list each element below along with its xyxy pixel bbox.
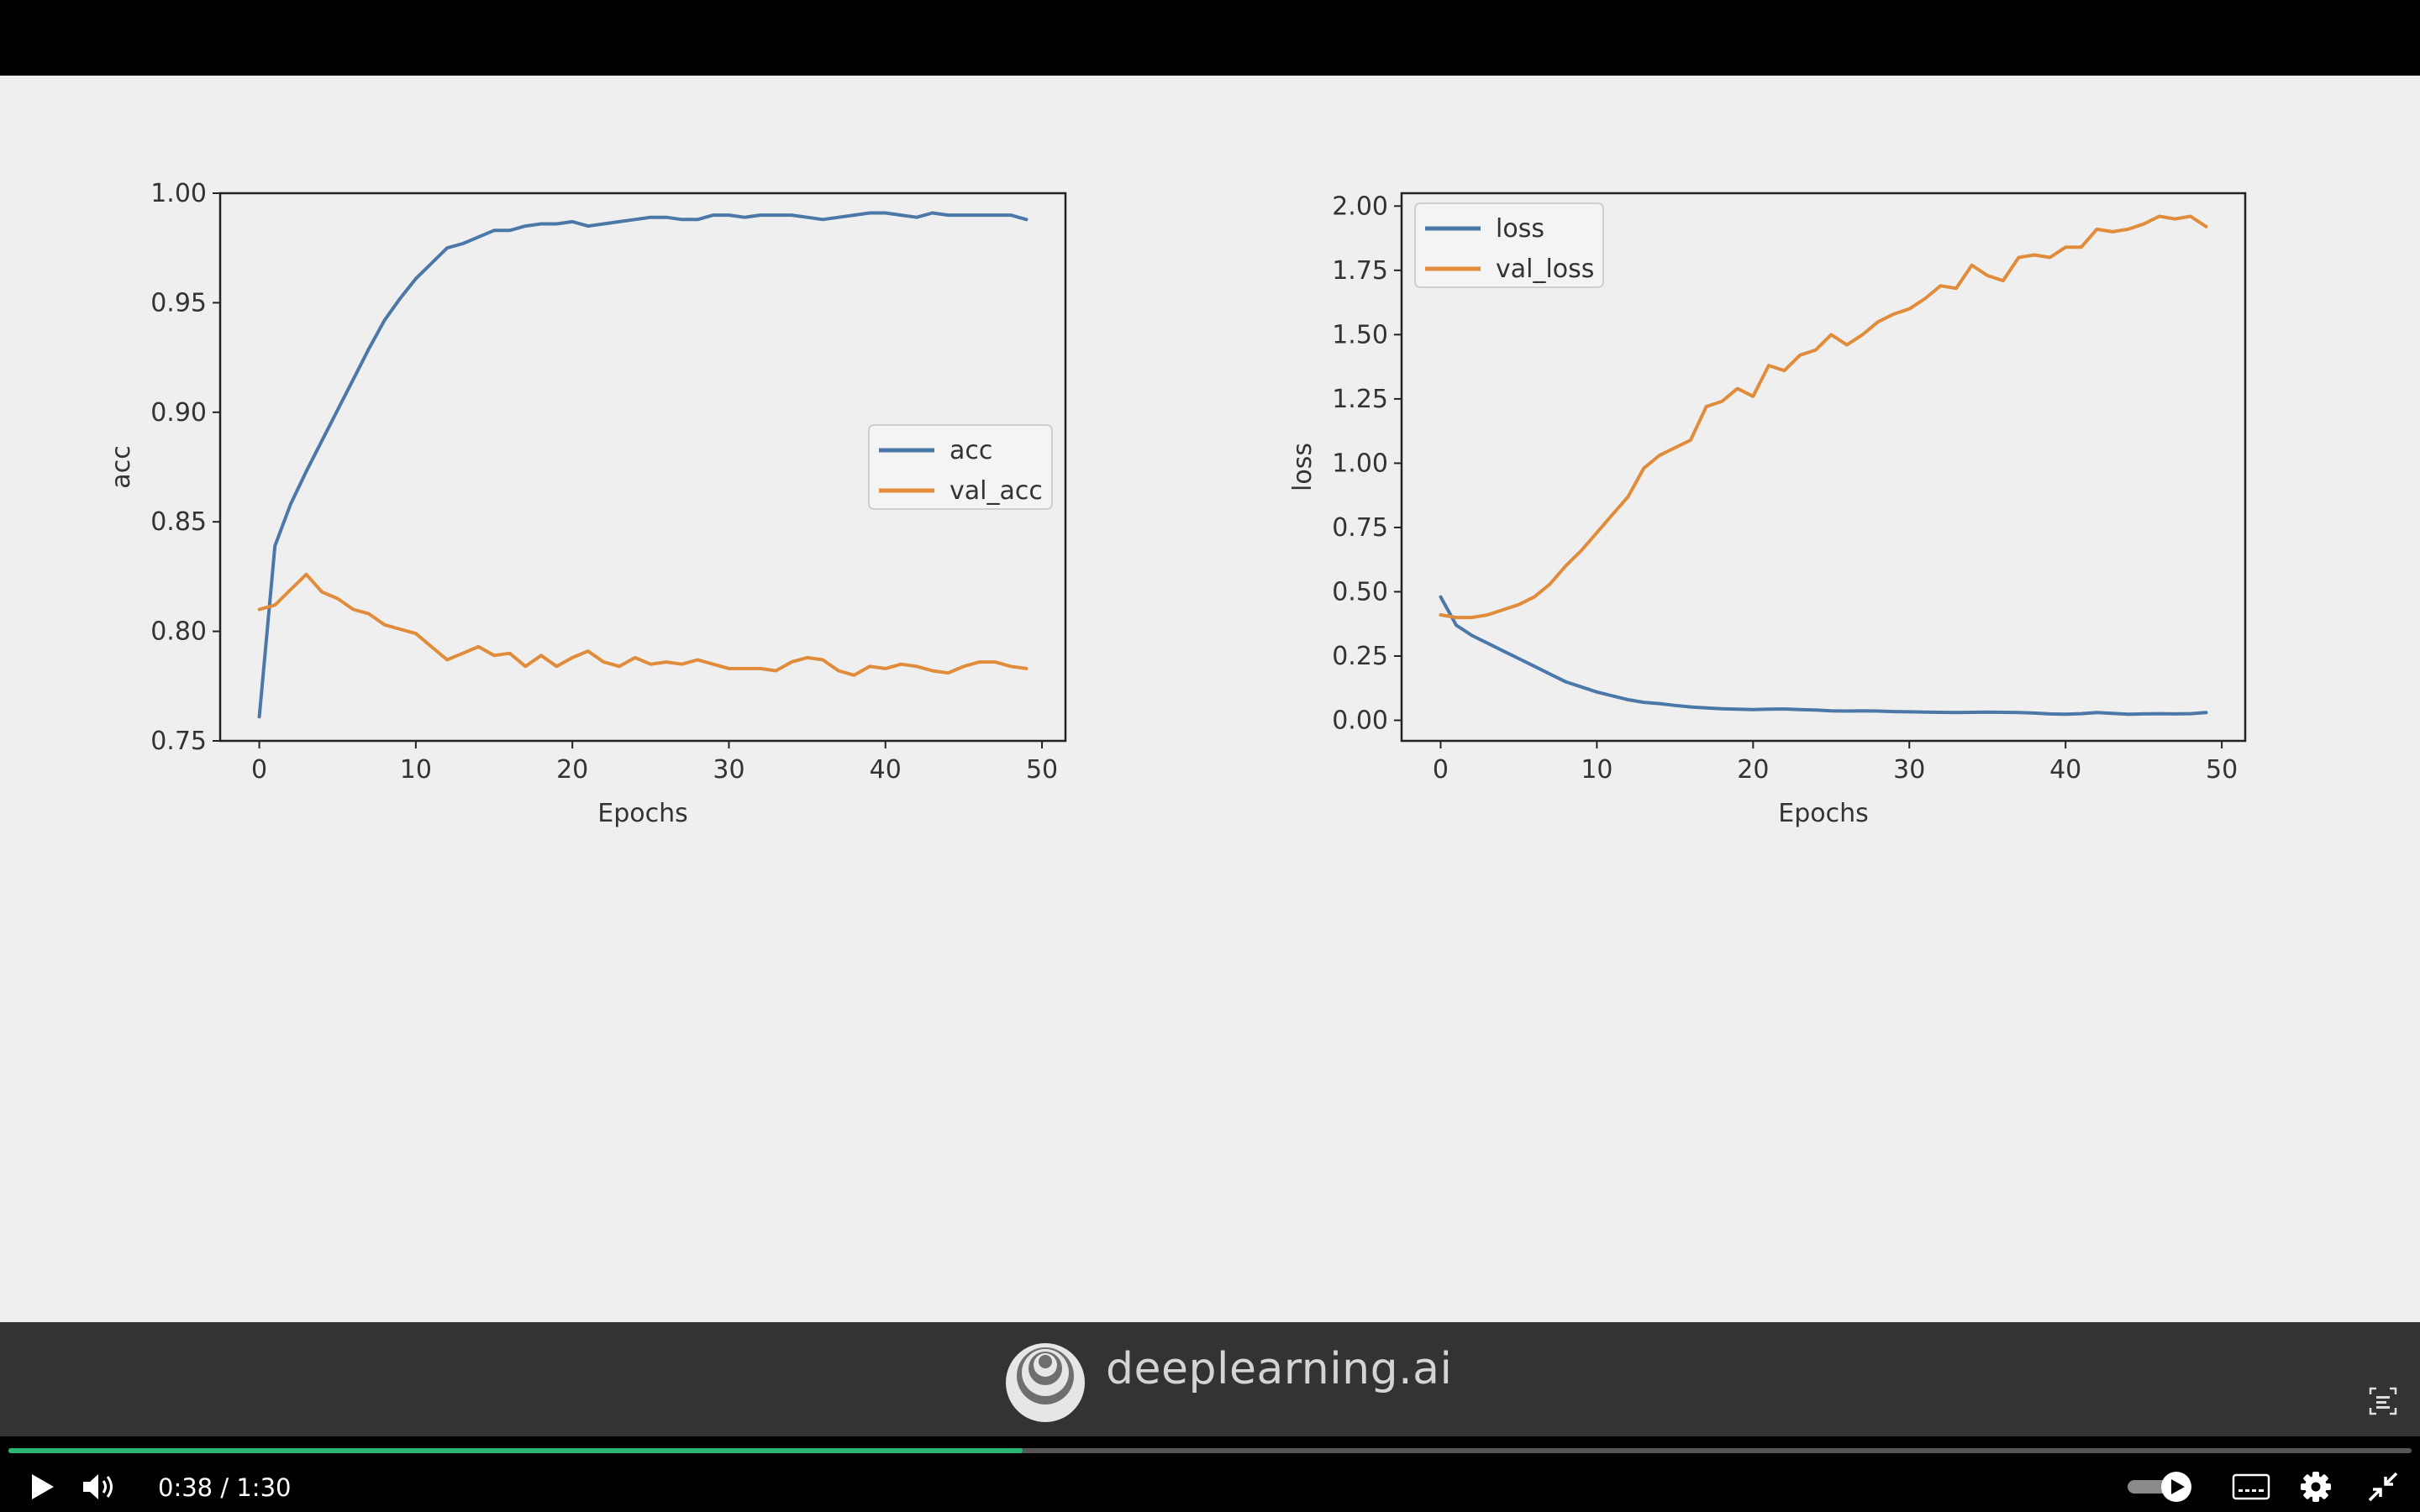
video-controls: 0:38 / 1:30 [0, 1436, 2420, 1512]
top-letterbox [0, 0, 2420, 76]
y-tick-label: 0.75 [1332, 513, 1388, 543]
x-tick-label: 50 [2206, 755, 2238, 785]
volume-icon [83, 1474, 113, 1499]
brand-bar: deeplearning.ai [0, 1322, 2420, 1436]
speed-toggle-icon [2128, 1472, 2191, 1502]
y-tick-label: 0.75 [150, 727, 207, 756]
play-icon [32, 1474, 54, 1499]
legend-label-loss: loss [1496, 214, 1544, 244]
time-display: 0:38 / 1:30 [158, 1473, 291, 1502]
legend-label-acc: acc [950, 436, 992, 465]
y-tick-label: 0.80 [150, 617, 207, 647]
x-tick-label: 20 [556, 755, 588, 785]
x-axis-label: Epochs [1778, 799, 1869, 828]
exit-fullscreen-icon [2368, 1472, 2398, 1502]
training-plots: 0 10 20 30 40 50 0.75 0.80 0.85 0.90 0.95 1.00 Epoch… [107, 179, 2247, 828]
captions-button[interactable] [2232, 1473, 2270, 1500]
time-separator: / [213, 1473, 237, 1502]
x-tick-label: 50 [1026, 755, 1058, 785]
y-tick-label: 0.95 [150, 288, 207, 318]
x-tick-label: 20 [1737, 755, 1769, 785]
brand-text: deeplearning.ai [1106, 1344, 1453, 1394]
y-axis-label: acc [107, 445, 136, 488]
caption-toggle-icon[interactable] [2368, 1386, 2398, 1416]
x-tick-label: 10 [1581, 755, 1612, 785]
captions-icon [2232, 1473, 2270, 1500]
series-line-loss [1439, 595, 2208, 717]
x-axis-label: Epochs [597, 799, 688, 828]
x-tick-label: 40 [870, 755, 902, 785]
slide-area: 0 10 20 30 40 50 0.75 0.80 0.85 0.90 0.95 1.00 Epoch… [0, 76, 2420, 1322]
x-tick-label: 10 [400, 755, 432, 785]
y-tick-label: 0.85 [150, 507, 207, 537]
play-button[interactable] [25, 1470, 59, 1504]
settings-button[interactable] [2299, 1470, 2333, 1504]
series-line-val_acc [257, 572, 1028, 677]
deeplearning-logo [1006, 1343, 1085, 1422]
volume-button[interactable] [81, 1470, 118, 1504]
y-tick-label: 0.25 [1332, 642, 1388, 671]
progress-bar[interactable] [8, 1448, 2412, 1453]
progress-fill [8, 1448, 1023, 1453]
y-tick-label: 1.25 [1332, 385, 1388, 414]
legend: acc val_acc [868, 424, 1053, 510]
legend: loss val_loss [1414, 202, 1604, 288]
x-tick-label: 30 [1893, 755, 1925, 785]
y-tick-label: 1.00 [150, 179, 207, 208]
y-tick-label: 2.00 [1332, 192, 1388, 221]
y-tick-label: 1.00 [1332, 449, 1388, 478]
y-axis-label: loss [1288, 443, 1318, 491]
exit-fullscreen-button[interactable] [2366, 1470, 2400, 1504]
x-tick-label: 0 [251, 755, 267, 785]
current-time: 0:38 [158, 1473, 213, 1502]
x-tick-label: 0 [1433, 755, 1449, 785]
speed-toggle[interactable] [2126, 1470, 2193, 1504]
chart-1: 0 10 20 30 40 50 0.75 0.80 0.85 0.90 0.95 1.00 Epoch… [107, 179, 1067, 828]
chart-2: 0 10 20 30 40 50 0.00 0.25 0.50 0.75 1.00 1.25 1.50 1… [1288, 192, 2247, 828]
y-tick-label: 0.50 [1332, 577, 1388, 606]
y-tick-label: 0.90 [150, 398, 207, 428]
y-tick-label: 1.75 [1332, 256, 1388, 286]
x-tick-label: 40 [2049, 755, 2081, 785]
y-tick-label: 1.50 [1332, 320, 1388, 349]
legend-label-val_loss: val_loss [1496, 255, 1594, 284]
y-tick-label: 0.00 [1332, 706, 1388, 736]
x-tick-label: 30 [713, 755, 744, 785]
duration: 1:30 [236, 1473, 292, 1502]
legend-label-val_acc: val_acc [950, 476, 1043, 506]
settings-gear-icon [2301, 1472, 2331, 1502]
